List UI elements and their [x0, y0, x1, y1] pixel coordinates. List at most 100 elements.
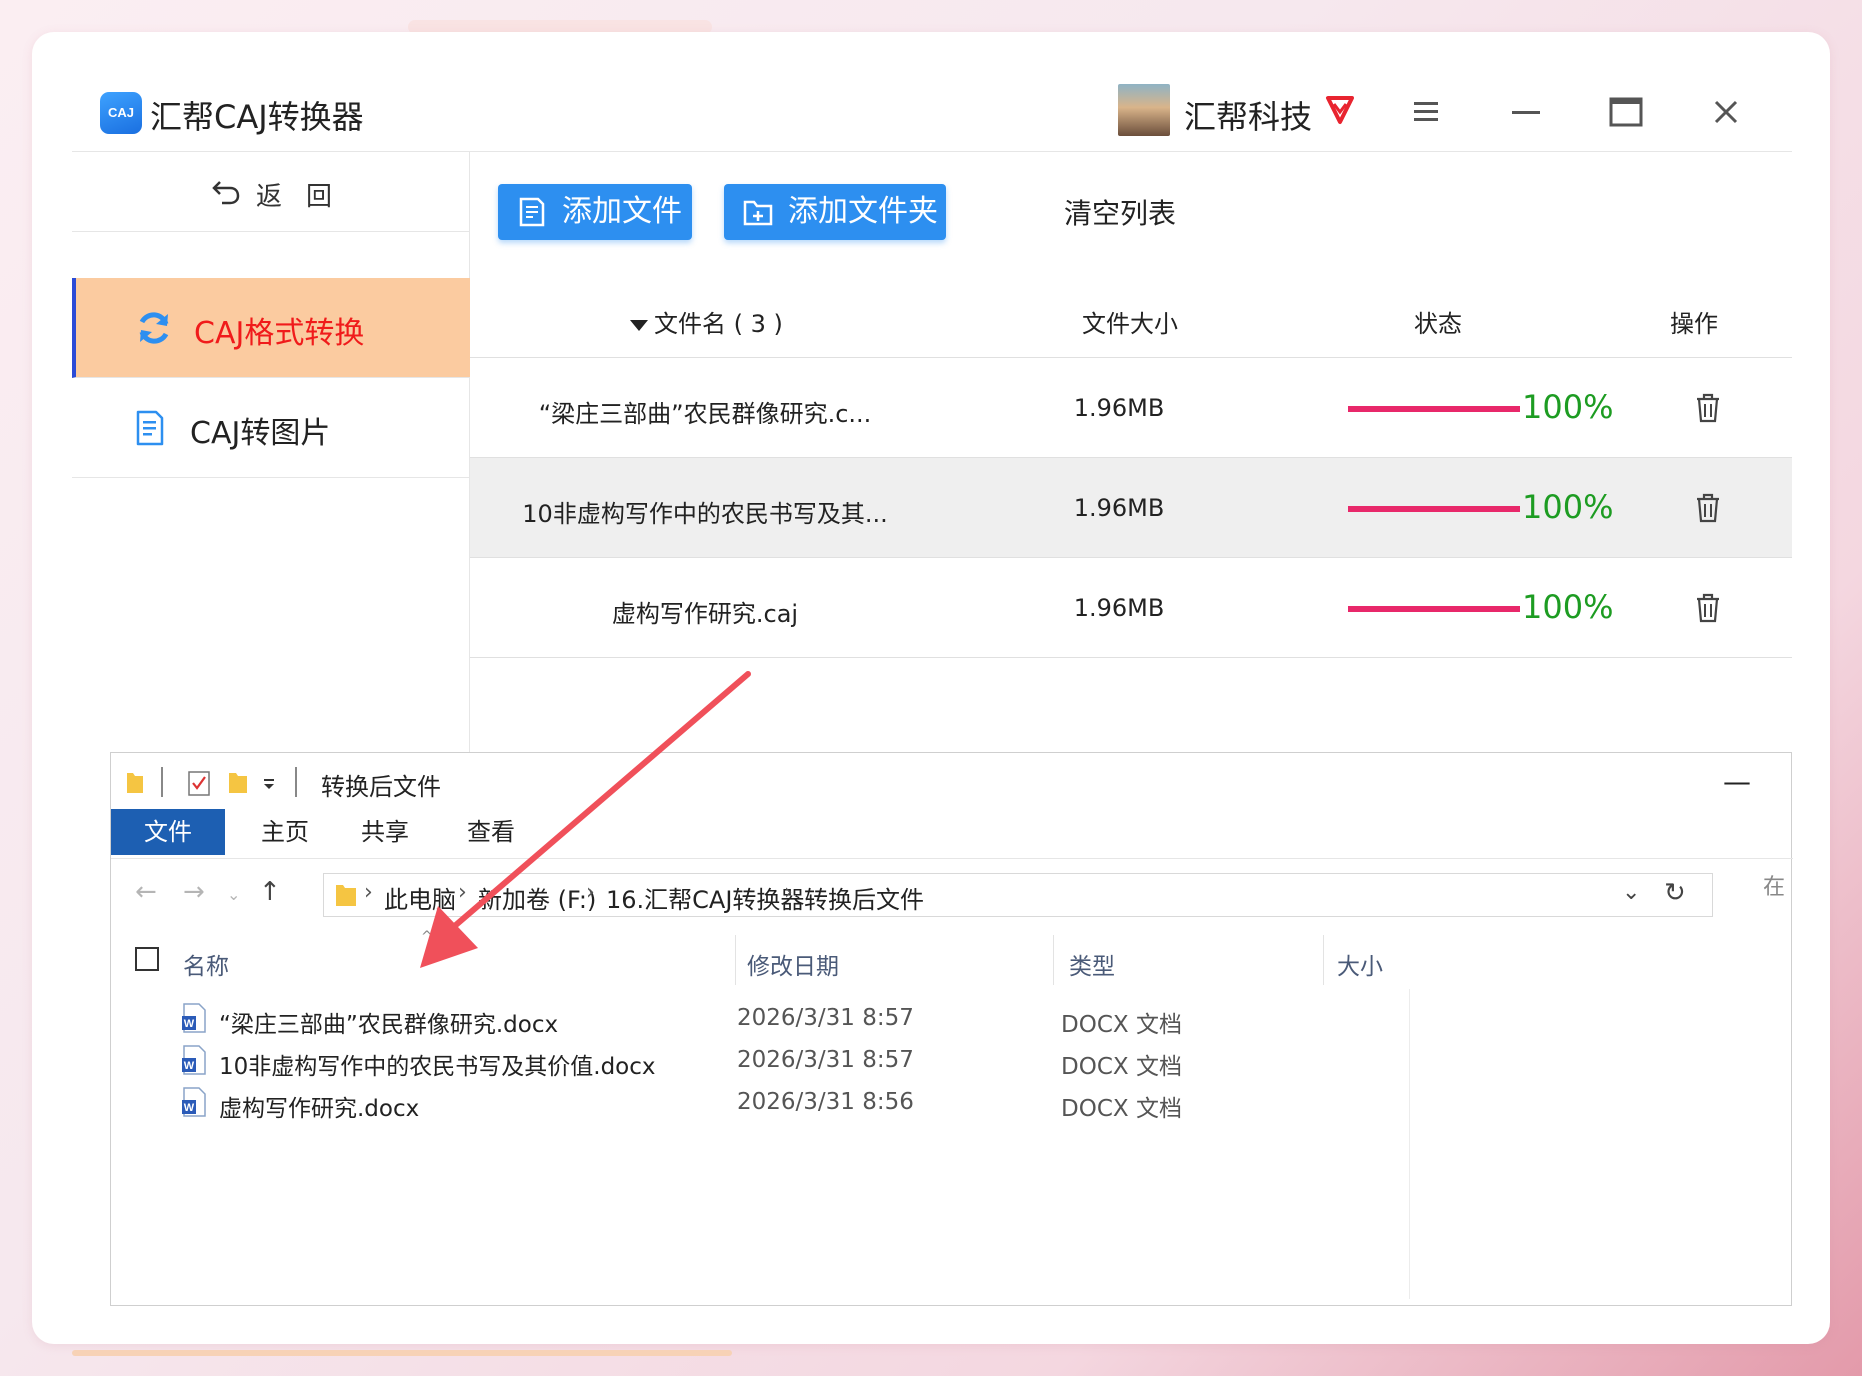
- menu-icon[interactable]: [1404, 90, 1448, 134]
- back-arrow-icon[interactable]: ←: [135, 877, 157, 907]
- column-header-status: 状态: [1414, 310, 1462, 338]
- file-type: DOCX 文档: [1061, 1012, 1182, 1038]
- list-item[interactable]: W 10非虚构写作中的农民书写及其价值.docx 2026/3/31 8:57 …: [111, 1043, 1793, 1080]
- sidebar-item-label: CAJ转图片: [190, 416, 331, 451]
- back-label: 返回: [256, 182, 357, 212]
- breadcrumb-chevron-icon: ›: [784, 880, 793, 905]
- add-file-icon: [519, 197, 545, 227]
- svg-text:W: W: [184, 1102, 195, 1114]
- explorer-minimize-button[interactable]: —: [1723, 765, 1751, 798]
- user-avatar[interactable]: [1118, 84, 1170, 136]
- trash-icon[interactable]: [1694, 592, 1722, 624]
- properties-icon[interactable]: [187, 769, 211, 797]
- word-doc-icon: W: [182, 1003, 206, 1033]
- refresh-icon: [139, 312, 169, 344]
- sidebar-item-label: CAJ格式转换: [194, 316, 365, 351]
- file-date: 2026/3/31 8:56: [737, 1089, 914, 1115]
- column-header-date[interactable]: 修改日期: [747, 947, 839, 981]
- background-strip: [72, 1350, 732, 1356]
- tab-share[interactable]: 共享: [345, 809, 425, 855]
- explorer-title-bar: 转换后文件 —: [111, 753, 1793, 809]
- tab-file[interactable]: 文件: [111, 809, 225, 855]
- column-header-size[interactable]: 大小: [1337, 947, 1383, 981]
- progress-text: 100%: [1522, 388, 1614, 426]
- table-row[interactable]: 10非虚构写作中的农民书写及其... 1.96MB 100%: [470, 458, 1792, 558]
- sort-down-icon: [630, 319, 648, 331]
- column-divider[interactable]: [1053, 935, 1054, 985]
- file-name: 10非虚构写作中的农民书写及其价值.docx: [219, 1054, 656, 1080]
- file-name: 虚构写作研究.docx: [219, 1096, 420, 1122]
- sort-up-icon: ^: [421, 929, 433, 945]
- column-header-type[interactable]: 类型: [1069, 947, 1115, 981]
- add-file-button[interactable]: 添加文件: [498, 184, 692, 240]
- file-size: 1.96MB: [1073, 594, 1165, 622]
- select-all-checkbox[interactable]: [135, 947, 159, 971]
- vip-diamond-icon[interactable]: [1320, 88, 1360, 128]
- column-header-name[interactable]: 名称: [183, 947, 229, 981]
- file-type: DOCX 文档: [1061, 1096, 1182, 1122]
- navigation-bar: ← → ⌄ ↑ › 此电脑 › 新加卷 (F:) › 16.汇帮CAJ转换器 ›…: [111, 867, 1793, 917]
- add-folder-button[interactable]: 添加文件夹: [724, 184, 946, 240]
- progress-bar: [1348, 606, 1520, 612]
- file-name: “梁庄三部曲”农民群像研究.docx: [219, 1012, 559, 1038]
- forward-arrow-icon[interactable]: →: [183, 877, 205, 907]
- column-divider[interactable]: [735, 935, 736, 985]
- file-type: DOCX 文档: [1061, 1054, 1182, 1080]
- svg-text:W: W: [184, 1060, 195, 1072]
- customize-dropdown-icon[interactable]: [261, 769, 277, 797]
- back-button[interactable]: 返回: [72, 152, 470, 232]
- refresh-icon[interactable]: ↻: [1664, 878, 1686, 908]
- up-arrow-icon[interactable]: ↑: [259, 877, 281, 907]
- file-name: 虚构写作研究.caj: [611, 600, 799, 628]
- add-file-label: 添加文件: [562, 194, 682, 229]
- add-folder-icon: [743, 200, 773, 226]
- qa-separator: [295, 767, 297, 797]
- folder-icon: [127, 773, 143, 793]
- breadcrumb-folder[interactable]: 16.汇帮CAJ转换器: [606, 880, 804, 915]
- file-size: 1.96MB: [1073, 394, 1165, 422]
- list-item[interactable]: W 虚构写作研究.docx 2026/3/31 8:56 DOCX 文档: [111, 1085, 1793, 1122]
- table-row[interactable]: 虚构写作研究.caj 1.96MB 100%: [470, 558, 1792, 658]
- recent-dropdown-icon[interactable]: ⌄: [227, 885, 240, 904]
- address-dropdown-icon[interactable]: ⌄: [1622, 880, 1640, 905]
- column-header-operation: 操作: [1670, 310, 1718, 338]
- close-icon[interactable]: [1704, 90, 1748, 134]
- file-explorer-window: 转换后文件 — 文件 主页 共享 查看 ← → ⌄ ↑ › 此电脑 › 新加卷 …: [110, 752, 1793, 1306]
- table-row[interactable]: “梁庄三部曲”农民群像研究.c... 1.96MB 100%: [470, 358, 1792, 458]
- tab-view[interactable]: 查看: [451, 809, 531, 855]
- sidebar-item-caj-to-image[interactable]: CAJ转图片: [72, 378, 470, 478]
- title-bar: CAJ 汇帮CAJ转换器 汇帮科技: [72, 70, 1792, 152]
- progress-text: 100%: [1522, 588, 1614, 626]
- trash-icon[interactable]: [1694, 392, 1722, 424]
- document-icon: [136, 410, 164, 446]
- file-date: 2026/3/31 8:57: [737, 1047, 914, 1073]
- new-folder-icon[interactable]: [227, 769, 249, 797]
- column-guide: [1409, 989, 1410, 1299]
- list-item[interactable]: W “梁庄三部曲”农民群像研究.docx 2026/3/31 8:57 DOCX…: [111, 1001, 1793, 1038]
- word-doc-icon: W: [182, 1087, 206, 1117]
- breadcrumb-drive[interactable]: 新加卷 (F:): [478, 880, 596, 915]
- maximize-icon[interactable]: [1604, 90, 1648, 134]
- file-list-header: ^ 名称 修改日期 类型 大小: [111, 929, 1793, 989]
- clear-list-button[interactable]: 清空列表: [1064, 192, 1176, 232]
- breadcrumb-this-pc[interactable]: 此电脑: [384, 880, 456, 915]
- user-name[interactable]: 汇帮科技: [1184, 92, 1312, 138]
- search-box[interactable]: 在: [1763, 869, 1785, 901]
- tab-home[interactable]: 主页: [245, 809, 325, 855]
- ribbon-tabs: 文件 主页 共享 查看: [111, 809, 1793, 859]
- word-doc-icon: W: [182, 1045, 206, 1075]
- column-header-name[interactable]: 文件名 ( 3 ): [630, 304, 783, 339]
- breadcrumb-current[interactable]: 转换后文件: [804, 880, 924, 915]
- sidebar-item-caj-format-convert[interactable]: CAJ格式转换: [72, 278, 470, 378]
- breadcrumb-chevron-icon: ›: [364, 880, 373, 905]
- address-bar[interactable]: › 此电脑 › 新加卷 (F:) › 16.汇帮CAJ转换器 › 转换后文件 ⌄…: [323, 873, 1713, 917]
- progress-bar: [1348, 406, 1520, 412]
- file-name: “梁庄三部曲”农民群像研究.c...: [538, 400, 872, 428]
- explorer-title: 转换后文件: [321, 773, 441, 801]
- add-folder-label: 添加文件夹: [788, 194, 938, 229]
- column-divider[interactable]: [1323, 935, 1324, 985]
- breadcrumb-chevron-icon: ›: [586, 880, 595, 905]
- trash-icon[interactable]: [1694, 492, 1722, 524]
- svg-text:W: W: [184, 1018, 195, 1030]
- minimize-icon[interactable]: [1504, 90, 1548, 134]
